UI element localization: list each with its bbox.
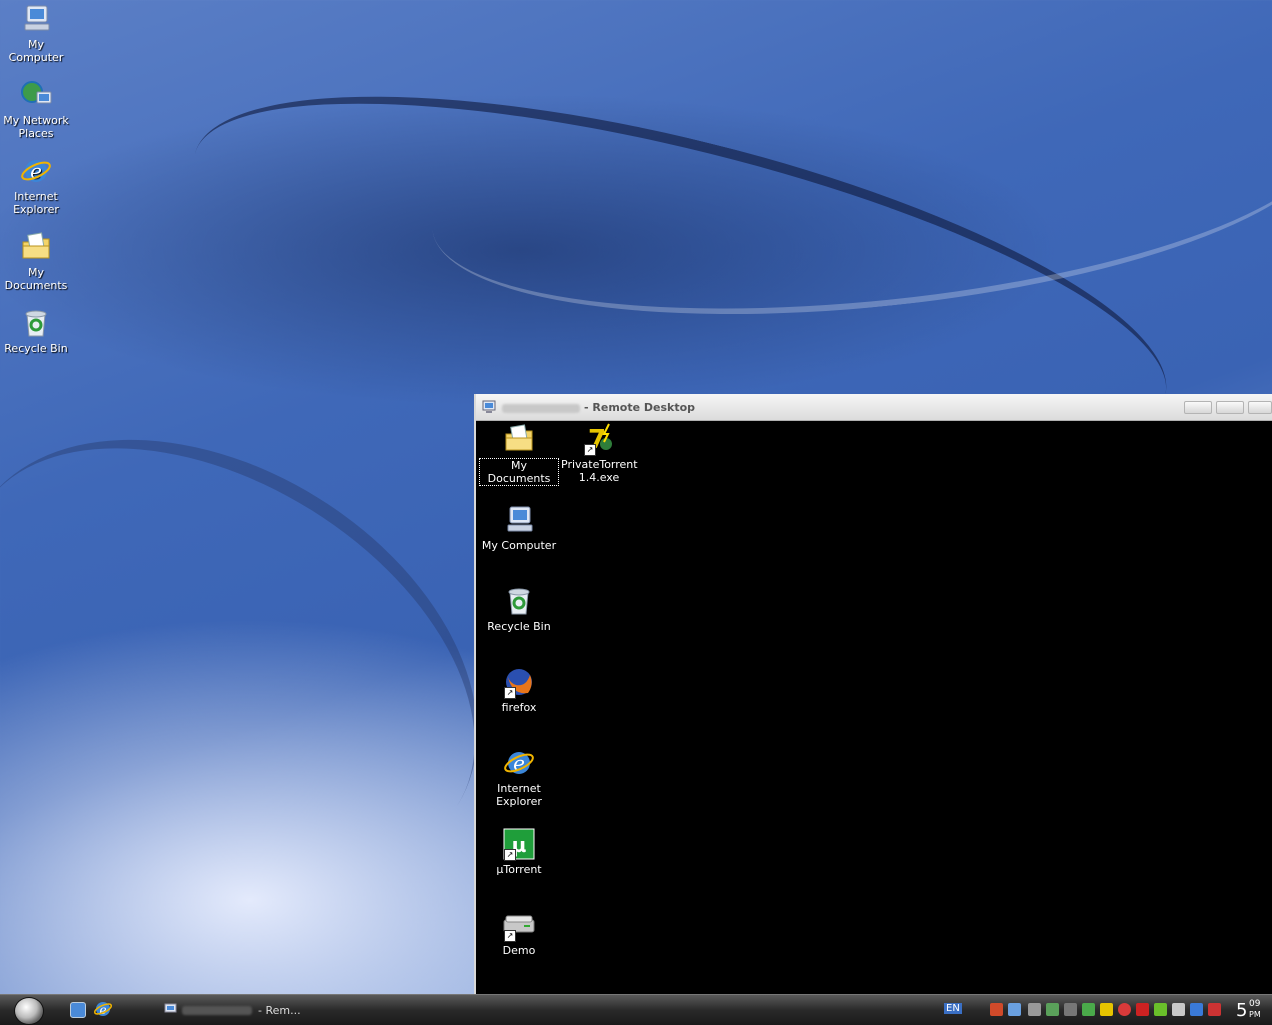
internet-explorer-icon: e bbox=[19, 154, 53, 188]
remote-icon-utorrent[interactable]: µ ↗ µTorrent bbox=[479, 827, 559, 876]
remote-icon-label: Internet Explorer bbox=[496, 782, 542, 808]
remote-icon-my-computer[interactable]: My Computer bbox=[479, 503, 559, 552]
nvidia-icon[interactable] bbox=[1154, 1003, 1167, 1016]
remote-icon-privatetorrent[interactable]: 7 ↗ PrivateTorrent 1.4.exe bbox=[559, 422, 639, 484]
volume-icon[interactable] bbox=[990, 1003, 1003, 1016]
desktop-icon-label: My Network Places bbox=[3, 114, 69, 140]
wallpaper-swoosh bbox=[419, 13, 1272, 353]
quicklaunch-show-desktop-icon[interactable] bbox=[70, 1002, 86, 1018]
remote-icon-firefox[interactable]: ↗ firefox bbox=[479, 665, 559, 714]
remote-icon-label: My Documents bbox=[479, 458, 559, 486]
firefox-icon: ↗ bbox=[502, 665, 536, 699]
remote-icon-label: Demo bbox=[502, 944, 536, 957]
language-indicator[interactable]: EN bbox=[944, 1003, 962, 1014]
remote-icon-label: Recycle Bin bbox=[487, 620, 551, 633]
desktop-icon-my-documents[interactable]: My Documents bbox=[0, 230, 73, 292]
window-title: - Remote Desktop bbox=[502, 401, 695, 414]
tray-app-icon[interactable] bbox=[1064, 1003, 1077, 1016]
taskbar: e - Rem... EN 5 09 PM bbox=[0, 994, 1272, 1025]
desktop-icon-label: Internet Explorer bbox=[13, 190, 59, 216]
minimize-button[interactable] bbox=[1184, 401, 1212, 414]
tray-app-icon[interactable] bbox=[1028, 1003, 1041, 1016]
security-shield-icon[interactable] bbox=[1100, 1003, 1113, 1016]
utorrent-icon: µ ↗ bbox=[502, 827, 536, 861]
remote-desktop-window[interactable]: - Remote Desktop My Documents 7 ↗ Privat… bbox=[474, 394, 1272, 994]
recycle-bin-icon bbox=[19, 306, 53, 340]
tray-app-icon[interactable] bbox=[1172, 1003, 1185, 1016]
desktop-icon-network-places[interactable]: My Network Places bbox=[0, 78, 73, 140]
desktop-icon-label: My Documents bbox=[4, 266, 68, 292]
title-bar[interactable]: - Remote Desktop bbox=[476, 394, 1272, 421]
recycle-bin-icon bbox=[502, 584, 536, 618]
remote-icon-internet-explorer[interactable]: e Internet Explorer bbox=[479, 746, 559, 808]
privatetorrent-icon: 7 ↗ bbox=[582, 422, 616, 456]
redacted-host bbox=[502, 403, 580, 413]
my-documents-icon bbox=[19, 230, 53, 264]
shortcut-arrow-icon: ↗ bbox=[504, 849, 516, 861]
clock-ampm: PM bbox=[1249, 1010, 1261, 1019]
shortcut-arrow-icon: ↗ bbox=[504, 930, 516, 942]
tray-app-icon[interactable] bbox=[1082, 1003, 1095, 1016]
taskbar-button-label: - Rem... bbox=[258, 1004, 301, 1017]
network-places-icon bbox=[19, 78, 53, 112]
desktop-icon-internet-explorer[interactable]: e Internet Explorer bbox=[0, 154, 73, 216]
taskbar-button-remote-desktop[interactable]: - Rem... bbox=[160, 998, 310, 1022]
clock-hour: 5 bbox=[1236, 1000, 1248, 1021]
remote-icon-label: PrivateTorrent 1.4.exe bbox=[561, 458, 638, 484]
close-button[interactable] bbox=[1248, 401, 1272, 414]
remote-desktop-icon bbox=[164, 1003, 178, 1019]
remote-icon-recycle-bin[interactable]: Recycle Bin bbox=[479, 584, 559, 633]
desktop-icon-my-computer[interactable]: My Computer bbox=[0, 2, 73, 64]
shortcut-arrow-icon: ↗ bbox=[504, 687, 516, 699]
drive-icon: ↗ bbox=[502, 908, 536, 942]
remote-icon-label: My Computer bbox=[481, 539, 557, 552]
remote-icon-my-documents[interactable]: My Documents bbox=[479, 422, 559, 486]
shortcut-arrow-icon: ↗ bbox=[584, 444, 596, 456]
tray-app-icon[interactable] bbox=[1046, 1003, 1059, 1016]
tray-app-icon[interactable] bbox=[1118, 1003, 1131, 1016]
desktop-icon-label: My Computer bbox=[8, 38, 64, 64]
my-documents-icon bbox=[502, 422, 536, 456]
desktop-icon-recycle-bin[interactable]: Recycle Bin bbox=[0, 306, 73, 355]
desktop-icon-label: Recycle Bin bbox=[4, 342, 68, 355]
redacted-host bbox=[182, 1006, 252, 1015]
tray-app-icon[interactable] bbox=[1136, 1003, 1149, 1016]
my-computer-icon bbox=[19, 2, 53, 36]
remote-icon-label: firefox bbox=[501, 701, 537, 714]
tray-app-icon[interactable] bbox=[1190, 1003, 1203, 1016]
tray-app-icon[interactable] bbox=[1208, 1003, 1221, 1016]
remote-icon-label: µTorrent bbox=[496, 863, 542, 876]
network-icon[interactable] bbox=[1008, 1003, 1021, 1016]
remote-icon-demo[interactable]: ↗ Demo bbox=[479, 908, 559, 957]
remote-desktop-icon bbox=[482, 400, 498, 417]
clock-minute: 09 bbox=[1249, 999, 1261, 1009]
internet-explorer-icon: e bbox=[502, 746, 536, 780]
my-computer-icon bbox=[502, 503, 536, 537]
start-button[interactable] bbox=[14, 997, 44, 1025]
quicklaunch-internet-explorer-icon[interactable]: e bbox=[93, 999, 113, 1022]
maximize-button[interactable] bbox=[1216, 401, 1244, 414]
